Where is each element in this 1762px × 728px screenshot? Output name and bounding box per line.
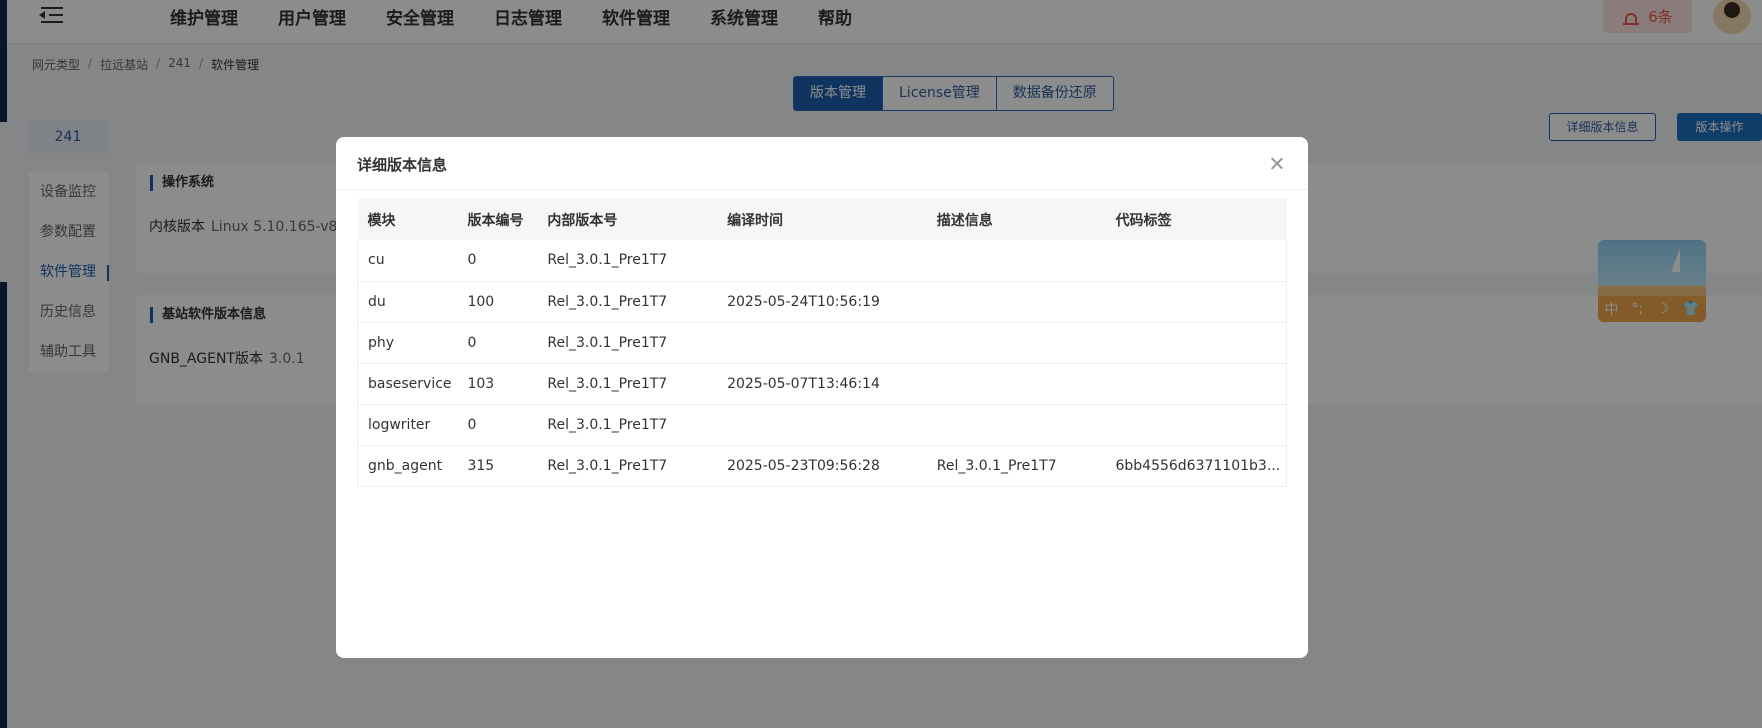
cell-description bbox=[926, 404, 1106, 446]
cell-build-time: 2025-05-24T10:56:19 bbox=[717, 281, 927, 323]
version-detail-modal: 详细版本信息 模块 版本编号 内部版本号 编译时间 描述信息 代码标签 cu 0… bbox=[336, 137, 1308, 658]
cell-description bbox=[926, 281, 1106, 323]
cell-version-number: 0 bbox=[457, 240, 538, 282]
cell-code-tag bbox=[1105, 240, 1288, 282]
cell-build-time bbox=[717, 404, 927, 446]
cell-build-time bbox=[717, 322, 927, 364]
cell-version-number: 0 bbox=[457, 404, 538, 446]
cell-code-tag bbox=[1105, 281, 1288, 323]
cell-version-number: 100 bbox=[457, 281, 538, 323]
table-row: cu 0 Rel_3.0.1_Pre1T7 bbox=[357, 240, 1288, 282]
cell-version-number: 103 bbox=[457, 363, 538, 405]
cell-internal-version: Rel_3.0.1_Pre1T7 bbox=[537, 445, 718, 487]
cell-version-number: 315 bbox=[457, 445, 538, 487]
close-icon[interactable] bbox=[1269, 156, 1285, 172]
cell-build-time: 2025-05-23T09:56:28 bbox=[717, 445, 927, 487]
cell-module: gnb_agent bbox=[357, 445, 458, 487]
cell-version-number: 0 bbox=[457, 322, 538, 364]
column-header-code-tag: 代码标签 bbox=[1105, 199, 1287, 240]
cell-internal-version: Rel_3.0.1_Pre1T7 bbox=[537, 240, 718, 282]
column-header-description: 描述信息 bbox=[926, 199, 1106, 240]
table-header-row: 模块 版本编号 内部版本号 编译时间 描述信息 代码标签 bbox=[357, 199, 1287, 240]
cell-code-tag bbox=[1105, 322, 1288, 364]
cell-module: du bbox=[357, 281, 458, 323]
cell-module: phy bbox=[357, 322, 458, 364]
version-table: 模块 版本编号 内部版本号 编译时间 描述信息 代码标签 cu 0 Rel_3.… bbox=[357, 199, 1288, 487]
cell-internal-version: Rel_3.0.1_Pre1T7 bbox=[537, 281, 718, 323]
table-row: phy 0 Rel_3.0.1_Pre1T7 bbox=[357, 322, 1288, 364]
cell-internal-version: Rel_3.0.1_Pre1T7 bbox=[537, 404, 718, 446]
cell-internal-version: Rel_3.0.1_Pre1T7 bbox=[537, 363, 718, 405]
table-row: baseservice 103 Rel_3.0.1_Pre1T7 2025-05… bbox=[357, 363, 1288, 405]
cell-code-tag bbox=[1105, 404, 1288, 446]
cell-module: logwriter bbox=[357, 404, 458, 446]
cell-code-tag: 6bb4556d6371101b3... bbox=[1105, 445, 1288, 487]
cell-internal-version: Rel_3.0.1_Pre1T7 bbox=[537, 322, 718, 364]
cell-build-time: 2025-05-07T13:46:14 bbox=[717, 363, 927, 405]
cell-description bbox=[926, 363, 1106, 405]
cell-module: baseservice bbox=[357, 363, 458, 405]
column-header-build-time: 编译时间 bbox=[717, 199, 927, 240]
cell-description bbox=[926, 322, 1106, 364]
cell-build-time bbox=[717, 240, 927, 282]
cell-description: Rel_3.0.1_Pre1T7 bbox=[926, 445, 1106, 487]
table-row: logwriter 0 Rel_3.0.1_Pre1T7 bbox=[357, 404, 1288, 446]
cell-code-tag bbox=[1105, 363, 1288, 405]
table-row: gnb_agent 315 Rel_3.0.1_Pre1T7 2025-05-2… bbox=[357, 445, 1288, 487]
modal-title: 详细版本信息 bbox=[357, 156, 448, 174]
modal-header: 详细版本信息 bbox=[336, 137, 1308, 190]
column-header-internal-version: 内部版本号 bbox=[537, 199, 718, 240]
column-header-module: 模块 bbox=[357, 199, 458, 240]
cell-module: cu bbox=[357, 240, 458, 282]
cell-description bbox=[926, 240, 1106, 282]
table-row: du 100 Rel_3.0.1_Pre1T7 2025-05-24T10:56… bbox=[357, 281, 1288, 323]
column-header-version-number: 版本编号 bbox=[457, 199, 538, 240]
